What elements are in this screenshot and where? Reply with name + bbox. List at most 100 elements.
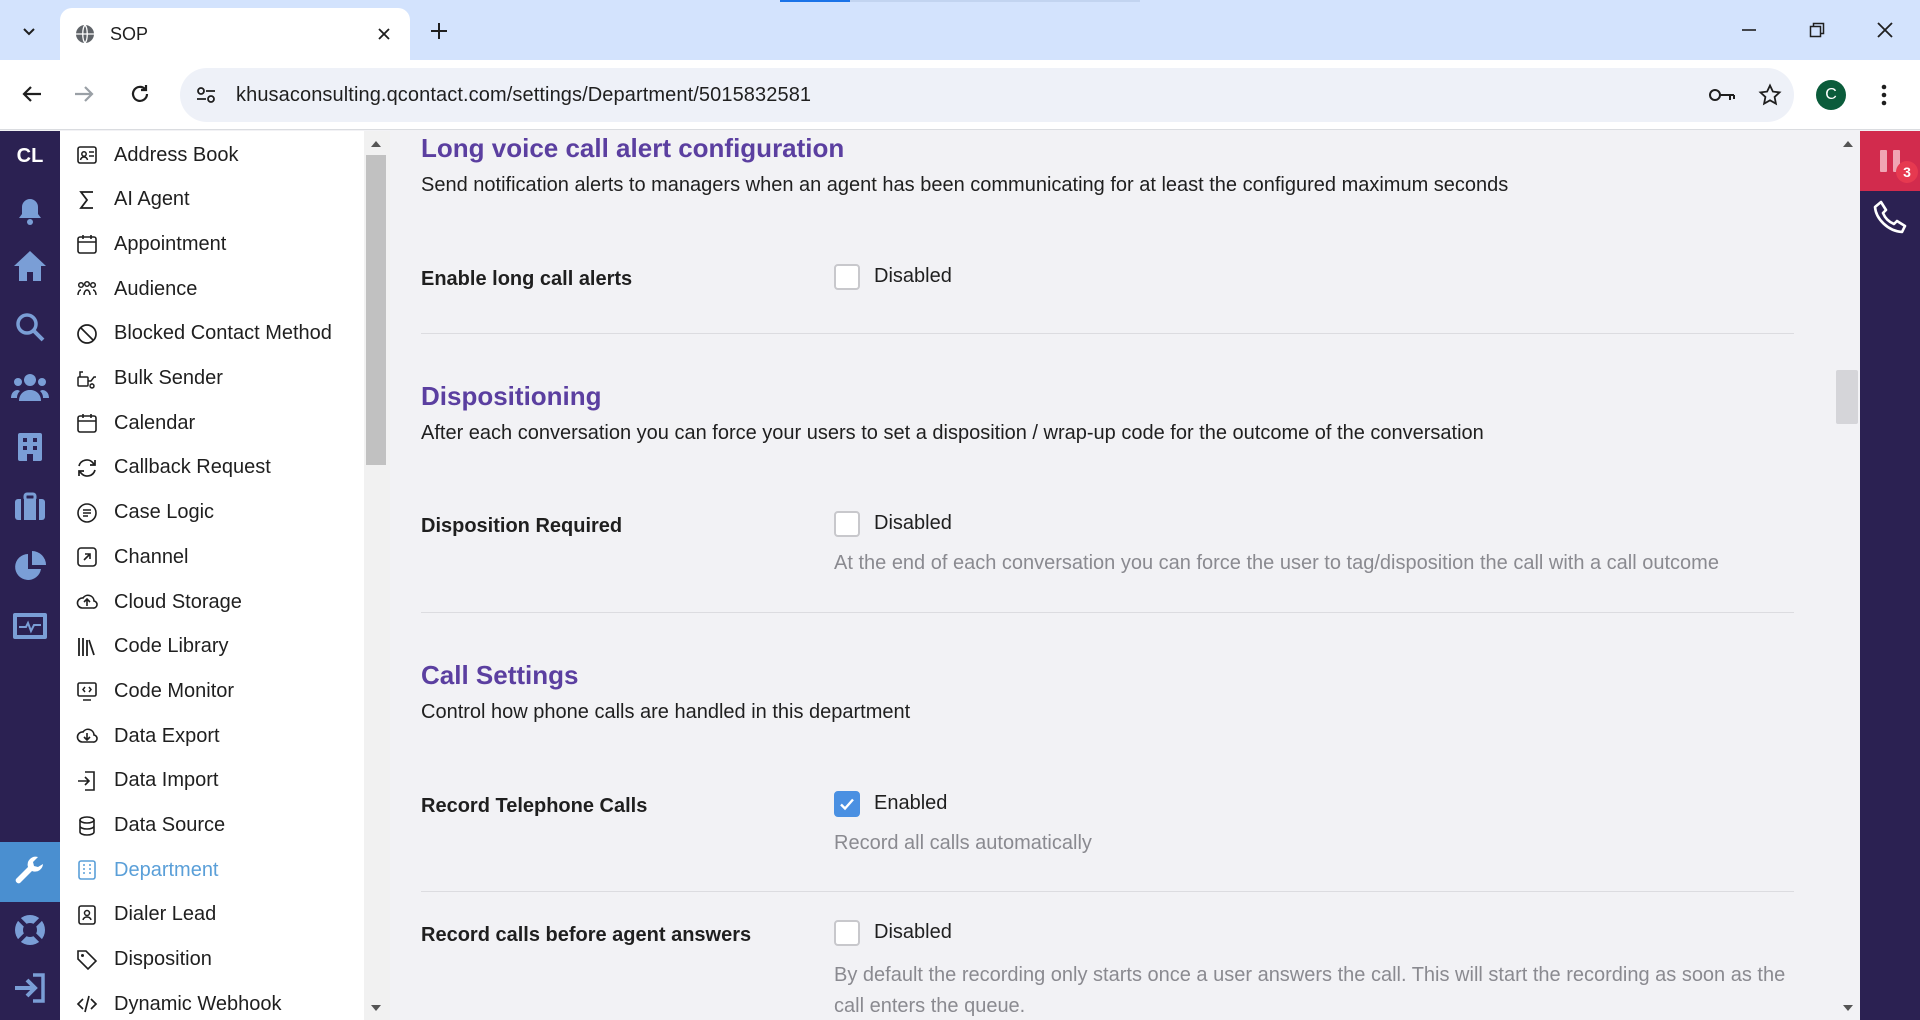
dispositioning-section-description: After each conversation you can force yo… [421,422,1484,444]
tab-strip-indicator-secondary [850,0,1140,2]
menu-item-callback-request[interactable]: Callback Request [74,448,271,488]
menu-item-code-library[interactable]: Code Library [74,627,229,667]
menu-item-code-monitor[interactable]: Code Monitor [74,671,234,711]
menu-item-label: Bulk Sender [114,367,223,389]
calendar-icon [74,231,100,257]
disposition-required-label: Disposition Required [421,515,623,537]
monitor-button[interactable] [10,607,50,647]
divider [421,333,1794,334]
menu-item-department[interactable]: Department [74,850,219,890]
forward-button[interactable] [64,74,104,114]
menu-item-label: Department [114,858,219,881]
help-button[interactable] [10,910,50,950]
menu-item-audience[interactable]: Audience [74,269,197,309]
menu-item-case-logic[interactable]: Case Logic [74,493,214,533]
menu-item-cloud-storage[interactable]: Cloud Storage [74,582,242,622]
new-tab-button[interactable] [422,14,456,48]
menu-item-dialer-lead[interactable]: Dialer Lead [74,895,216,935]
content-scroll-thumb[interactable] [1836,370,1858,424]
password-key-button[interactable] [1698,75,1746,115]
menu-item-label: Blocked Contact Method [114,322,332,345]
home-button[interactable] [10,246,50,286]
more-vertical-icon [1881,84,1887,106]
tab-search-button[interactable] [12,14,46,48]
content-scrollbar[interactable] [1836,131,1860,1020]
browser-menu-button[interactable] [1866,76,1902,114]
channel-icon [74,544,100,570]
account-initials[interactable]: CL [0,145,60,168]
monitor-icon [13,613,47,639]
record-calls-state-label[interactable]: Enabled [874,792,947,815]
chevron-down-icon [23,28,35,36]
menu-item-blocked-contact-method[interactable]: Blocked Contact Method [74,314,332,354]
url-text[interactable]: khusaconsulting.qcontact.com/settings/De… [236,84,1698,107]
long-call-checkbox[interactable] [834,264,860,290]
menu-item-dynamic-webhook[interactable]: Dynamic Webhook [74,984,281,1020]
record-calls-checkbox[interactable] [834,791,860,817]
menu-item-label: Code Library [114,635,229,658]
department-settings-content: Long voice call alert configuration Send… [391,131,1860,1020]
bookmark-button[interactable] [1746,75,1794,115]
menu-item-address-book[interactable]: Address Book [74,135,239,175]
cloud-download-icon [74,723,100,749]
settings-button[interactable] [10,852,50,892]
search-icon [16,313,45,342]
long-call-state-label[interactable]: Disabled [874,265,952,288]
menu-scroll-up[interactable] [364,134,388,154]
record-before-answer-checkbox[interactable] [834,920,860,946]
menu-item-bulk-sender[interactable]: Bulk Sender [74,359,223,399]
triangle-up-icon [1843,141,1853,147]
tab-close-button[interactable] [372,22,396,46]
logout-button[interactable] [10,968,50,1008]
globe-icon [76,24,94,44]
disposition-required-state-label[interactable]: Disabled [874,512,952,535]
content-scroll-down[interactable] [1836,998,1860,1018]
dispositioning-section-title: Dispositioning [421,381,602,411]
reload-button[interactable] [120,74,160,114]
close-icon [378,28,390,40]
search-button[interactable] [10,307,50,347]
sigma-icon [74,187,100,213]
content-scroll-up[interactable] [1836,134,1860,154]
close-window-button[interactable] [1862,10,1908,50]
back-button[interactable] [12,74,52,114]
menu-item-label: Cloud Storage [114,590,242,613]
key-icon [1709,89,1735,101]
menu-item-data-import[interactable]: Data Import [74,761,218,801]
profile-avatar[interactable]: C [1816,80,1846,110]
menu-item-ai-agent[interactable]: AI Agent [74,180,190,220]
minimize-icon [1742,29,1756,31]
menu-item-label: Data Source [114,814,226,836]
address-bar[interactable]: khusaconsulting.qcontact.com/settings/De… [180,68,1794,122]
menu-item-disposition[interactable]: Disposition [74,940,212,980]
menu-item-calendar[interactable]: Calendar [74,403,195,443]
calendar-icon [74,410,100,436]
record-before-answer-state-label[interactable]: Disabled [874,921,952,944]
notifications-button[interactable] [10,191,50,231]
settings-menu-scroll-thumb[interactable] [366,155,386,465]
cloud-upload-icon [74,589,100,615]
phone-button[interactable] [1870,197,1910,237]
record-before-answer-label: Record calls before agent answers [421,924,752,946]
code-monitor-icon [74,678,100,704]
restore-button[interactable] [1794,10,1840,50]
minimize-button[interactable] [1726,10,1772,50]
menu-item-label: Callback Request [114,456,271,479]
menu-item-data-source[interactable]: Data Source [74,806,225,846]
organisation-button[interactable] [10,427,50,467]
reports-button[interactable] [10,547,50,587]
call-settings-section-description: Control how phone calls are handled in t… [421,701,911,723]
browser-tab-active[interactable]: SOP [60,8,410,60]
disposition-required-checkbox[interactable] [834,511,860,537]
site-info-button[interactable] [186,75,226,115]
cases-button[interactable] [10,487,50,527]
softphone-panel: 3 [1860,131,1920,1020]
menu-item-appointment[interactable]: Appointment [74,224,226,264]
menu-item-label: Dialer Lead [114,903,217,926]
menu-scroll-down[interactable] [364,998,388,1018]
menu-item-label: Channel [114,545,189,568]
arrow-right-icon [75,86,94,102]
users-button[interactable] [10,367,50,407]
menu-item-channel[interactable]: Channel [74,537,189,577]
menu-item-data-export[interactable]: Data Export [74,716,220,756]
